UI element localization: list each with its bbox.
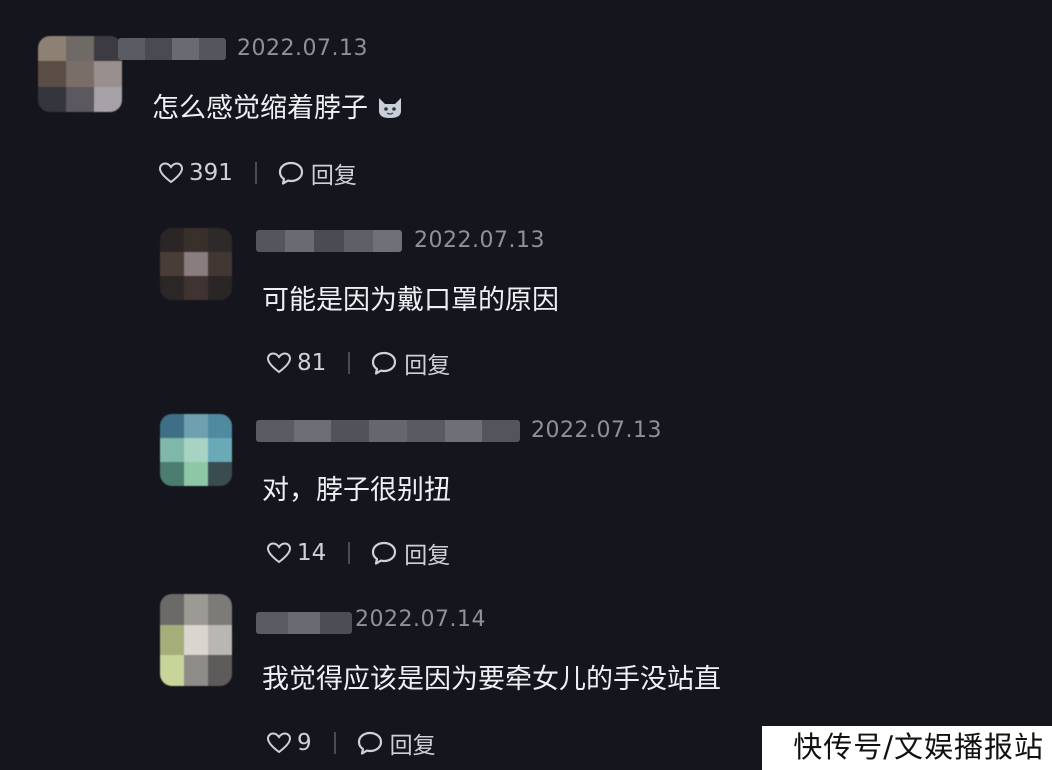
speech-bubble-icon: [357, 731, 382, 755]
avatar[interactable]: [160, 228, 232, 300]
cat-emoji-icon: [379, 98, 401, 118]
heart-icon: [266, 542, 292, 564]
comment-date: 2022.07.13: [531, 418, 662, 443]
comment-text: 我觉得应该是因为要牵女儿的手没站直: [262, 664, 721, 695]
comment-actions: 391 回复: [158, 156, 357, 190]
heart-icon: [158, 162, 184, 184]
divider: [348, 352, 351, 374]
reply-label: 回复: [389, 733, 436, 759]
speech-bubble-icon: [372, 541, 397, 565]
divider: [348, 542, 351, 564]
like-button[interactable]: 9: [266, 730, 312, 756]
like-count: 81: [297, 350, 327, 376]
like-count: 391: [189, 160, 233, 186]
avatar[interactable]: [160, 594, 232, 686]
reply-button[interactable]: 回复: [370, 536, 450, 570]
username-redacted[interactable]: [256, 230, 402, 252]
comment-actions: 14 回复: [266, 536, 450, 570]
like-count: 9: [297, 730, 312, 756]
username-redacted[interactable]: [118, 38, 226, 60]
comment-date: 2022.07.14: [355, 607, 486, 632]
reply-label: 回复: [404, 353, 451, 379]
like-button[interactable]: 391: [158, 160, 233, 186]
like-button[interactable]: 14: [266, 540, 326, 566]
avatar[interactable]: [38, 36, 122, 112]
reply-button[interactable]: 回复: [356, 726, 436, 760]
divider: [333, 732, 336, 754]
speech-bubble-icon: [372, 351, 397, 375]
heart-icon: [266, 352, 292, 374]
comment-text: 对，脖子很别扭: [262, 475, 451, 506]
divider: [254, 162, 257, 184]
reply-label: 回复: [404, 543, 451, 569]
comment-thread: 2022.07.13 怎么感觉缩着脖子 391 回复 2022.07.13 可能…: [0, 0, 1052, 770]
comment-date: 2022.07.13: [414, 228, 545, 253]
heart-icon: [266, 732, 292, 754]
reply-button[interactable]: 回复: [370, 346, 450, 380]
username-redacted[interactable]: [256, 420, 520, 442]
watermark: 快传号/文娱播报站: [793, 730, 1044, 764]
comment-text-content: 怎么感觉缩着脖子: [152, 93, 368, 124]
comment-actions: 9 回复: [266, 726, 436, 760]
avatar[interactable]: [160, 414, 232, 486]
username-redacted[interactable]: [256, 612, 352, 634]
reply-label: 回复: [310, 163, 357, 189]
reply-button[interactable]: 回复: [277, 156, 357, 190]
like-count: 14: [297, 540, 327, 566]
comment-text: 可能是因为戴口罩的原因: [262, 285, 559, 316]
comment-text: 怎么感觉缩着脖子: [152, 86, 404, 125]
like-button[interactable]: 81: [266, 350, 326, 376]
comment-actions: 81 回复: [266, 346, 450, 380]
comment-date: 2022.07.13: [237, 36, 368, 61]
speech-bubble-icon: [278, 161, 304, 185]
